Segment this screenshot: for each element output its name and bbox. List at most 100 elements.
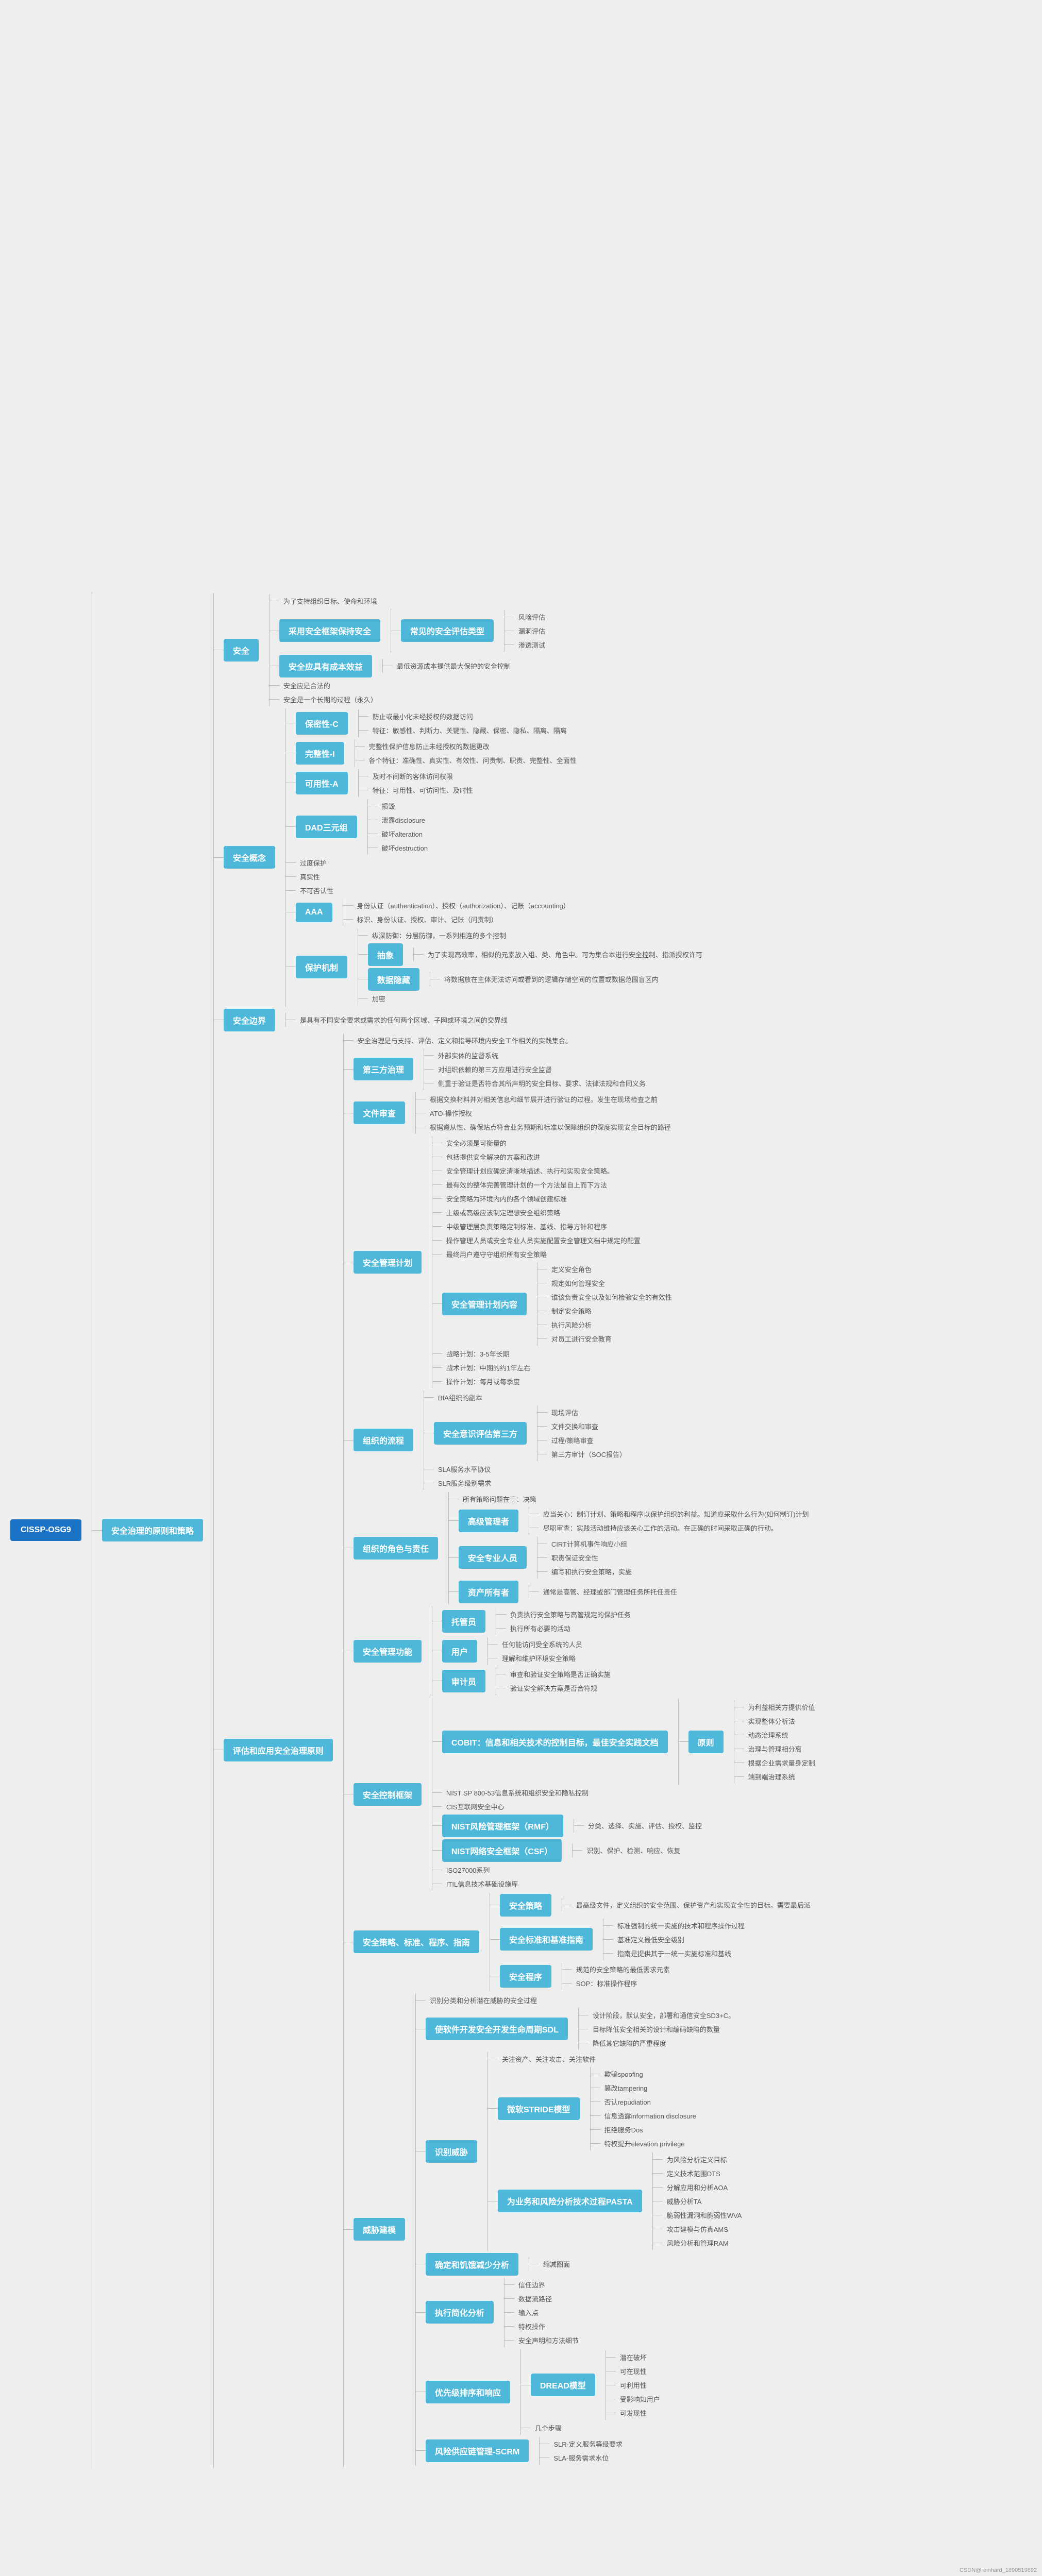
tree-node[interactable]: 安全管理功能托管员负责执行安全策略与高管规定的保护任务执行所有必要的活动用户任何… xyxy=(354,1606,819,1696)
tree-node[interactable]: 根据遵从性、确保站点符合业务预期和标准以保障组织的深度实现安全目标的路径 xyxy=(426,1121,675,1133)
tree-node[interactable]: 职责保证安全性 xyxy=(547,1552,636,1564)
tree-node[interactable]: 保护机制纵深防御：分层防御，一系列相连的多个控制抽象为了实现高效率，相似的元素放… xyxy=(296,928,707,1006)
tree-node[interactable]: 攻击建模与仿真AMS xyxy=(663,2223,746,2235)
tree-node[interactable]: 安全管理计划内容定义安全角色规定如何管理安全谁该负责安全以及如何检验安全的有效性… xyxy=(442,1262,676,1346)
tree-node[interactable]: NIST网络安全框架（CSF）识别、保护、检测、响应、恢复 xyxy=(442,1839,819,1862)
tree-node[interactable]: 标识、身份认证、授权、审计、记账（问责制） xyxy=(353,913,574,925)
tree-node[interactable]: 安全策略、标准、程序、指南安全策略最高级文件，定义组织的安全范围、保护资产和实现… xyxy=(354,1893,819,1991)
tree-node[interactable]: 威胁分析TA xyxy=(663,2195,746,2207)
tree-node[interactable]: 评估和应用安全治理原则安全治理是与支持、评估、定义和指导环境内安全工作相关的实践… xyxy=(224,1033,819,2467)
tree-node[interactable]: 纵深防御：分层防御，一系列相连的多个控制 xyxy=(368,929,707,941)
tree-node[interactable]: 风险评估 xyxy=(514,611,549,623)
tree-node[interactable]: 尽职审查：实践活动维持应该关心工作的活动。在正确的时间采取正确的行动。 xyxy=(539,1522,813,1534)
tree-node[interactable]: 篡改tampering xyxy=(600,2082,700,2094)
tree-node[interactable]: 目标降低安全相关的设计和编码缺陷的数量 xyxy=(589,2023,739,2035)
tree-node[interactable]: 安全必须是可衡量的 xyxy=(442,1137,676,1149)
tree-node[interactable]: 谁该负责安全以及如何检验安全的有效性 xyxy=(547,1291,676,1303)
tree-node[interactable]: 对组织依赖的第三方应用进行安全监督 xyxy=(434,1063,650,1075)
tree-node[interactable]: 安全声明和方法细节 xyxy=(514,2334,583,2346)
tree-node[interactable]: 安全控制框架COBIT：信息和相关技术的控制目标，最佳安全实践文档原则为利益相关… xyxy=(354,1698,819,1891)
tree-node[interactable]: 对员工进行安全教育 xyxy=(547,1333,676,1345)
tree-node[interactable]: 脆弱性漏洞和脆弱性WVA xyxy=(663,2209,746,2221)
tree-node[interactable]: 端到端治理系统 xyxy=(744,1771,819,1783)
tree-node[interactable]: 安全管理计划安全必须是可衡量的包括提供安全解决的方案和改进安全管理计划应确定清晰… xyxy=(354,1136,819,1388)
tree-node[interactable]: 最低资源成本提供最大保护的安全控制 xyxy=(393,660,515,672)
tree-node[interactable]: 外部实体的监督系统 xyxy=(434,1049,650,1061)
tree-node[interactable]: 组织的流程BIA组织的副本安全意识评估第三方现场评估文件交换和审查过程/策略审查… xyxy=(354,1391,819,1490)
tree-node[interactable]: 定义安全角色 xyxy=(547,1263,676,1275)
root-node[interactable]: CISSP-OSG9 安全治理的原则和策略 安全为了支持组织目标、使命和环境采用… xyxy=(10,592,819,2469)
tree-node[interactable]: 设计阶段，默认安全，部署和通信安全SD3+C。 xyxy=(589,2009,739,2021)
tree-node[interactable]: 最有效的整体完善管理计划的一个方法是自上而下方法 xyxy=(442,1179,676,1191)
tree-node[interactable]: 安全是一个长期的过程（永久） xyxy=(279,693,549,705)
tree-node[interactable]: 威胁建模识别分类和分析潜在威胁的安全过程使软件开发安全开发生命周期SDL设计阶段… xyxy=(354,1993,819,2466)
tree-node[interactable]: 数据流路径 xyxy=(514,2293,583,2304)
tree-node[interactable]: 关注资产、关注攻击、关注软件 xyxy=(498,2053,746,2065)
tree-node[interactable]: 安全策略最高级文件，定义组织的安全范围、保护资产和实现安全性的目标。需要最后派 xyxy=(500,1894,815,1917)
tree-node[interactable]: 可发现性 xyxy=(616,2407,664,2419)
tree-node[interactable]: 为了支持组织目标、使命和环境 xyxy=(279,595,549,607)
tree-node[interactable]: 真实性 xyxy=(296,871,707,883)
tree-node[interactable]: 动态治理系统 xyxy=(744,1729,819,1741)
tree-node[interactable]: 漏洞评估 xyxy=(514,625,549,637)
tree-node[interactable]: 安全专业人员CIRT计算机事件响应小组职责保证安全性编写和执行安全策略，实施 xyxy=(459,1537,813,1579)
tree-node[interactable]: 破坏alteration xyxy=(378,828,432,840)
tree-node[interactable]: AAA身份认证（authentication）、授权（authorization… xyxy=(296,899,707,926)
tree-node[interactable]: 常见的安全评估类型风险评估漏洞评估渗透测试 xyxy=(401,610,549,652)
tree-node[interactable]: 战略计划：3-5年长期 xyxy=(442,1348,676,1360)
tree-node[interactable]: 安全为了支持组织目标、使命和环境采用安全框架保持安全常见的安全评估类型风险评估漏… xyxy=(224,594,819,706)
tree-node[interactable]: 理解和维护环境安全策略 xyxy=(498,1652,586,1664)
tree-node[interactable]: 过程/策略审查 xyxy=(547,1434,630,1446)
tree-node[interactable]: 验证安全解决方案是否合符规 xyxy=(506,1682,615,1694)
tree-node[interactable]: NIST SP 800-53信息系统和组织安全和隐私控制 xyxy=(442,1787,819,1799)
tree-node[interactable]: 特权提升elevation privilege xyxy=(600,2138,700,2149)
tree-node[interactable]: 信任边界 xyxy=(514,2279,583,2291)
tree-node[interactable]: 根据企业需求量身定制 xyxy=(744,1757,819,1769)
tree-node[interactable]: COBIT：信息和相关技术的控制目标，最佳安全实践文档原则为利益相关方提供价值实… xyxy=(442,1699,819,1785)
tree-node[interactable]: 安全策略为环境内内的各个领域创建标准 xyxy=(442,1193,676,1205)
tree-node[interactable]: 执行简化分析信任边界数据流路径输入点特权操作安全声明和方法细节 xyxy=(426,2278,746,2347)
tree-node[interactable]: DAD三元组损毁泄露disclosure破坏alteration破坏destru… xyxy=(296,799,707,855)
tree-node[interactable]: 将数据放在主体无法访问或看到的逻辑存储空间的位置或数据范围盲区内 xyxy=(440,973,663,985)
tree-node[interactable]: 最终用户遵守守组织所有安全策略 xyxy=(442,1248,676,1260)
tree-node[interactable]: 可用性-A及时不间断的客体访问权限特征：可用性、可访问性、及时性 xyxy=(296,769,707,797)
tree-node[interactable]: 输入点 xyxy=(514,2307,583,2318)
tree-node[interactable]: CIS互联网安全中心 xyxy=(442,1801,819,1812)
tree-node[interactable]: 安全概念保密性-C防止或最小化未经授权的数据访问特征：敏感性、判断力、关键性、隐… xyxy=(224,708,819,1007)
tree-node[interactable]: 中级管理层负责策略定制标准、基线、指导方针和程序 xyxy=(442,1221,676,1232)
tree-node[interactable]: 加密 xyxy=(368,993,707,1005)
tree-node[interactable]: 基准定义最低安全级别 xyxy=(613,1934,749,1945)
tree-node[interactable]: ITIL信息技术基础设施库 xyxy=(442,1878,819,1890)
tree-node[interactable]: 安全程序规范的安全策略的最低需求元素SOP：标准操作程序 xyxy=(500,1962,815,1990)
tree-node[interactable]: 原则为利益相关方提供价值实现整体分析法动态治理系统治理与管理相分离根据企业需求量… xyxy=(688,1700,819,1784)
tree-node[interactable]: 特权操作 xyxy=(514,2320,583,2332)
tree-node[interactable]: 指南是提供其于一统一实施标准和基线 xyxy=(613,1947,749,1959)
tree-node[interactable]: ISO27000系列 xyxy=(442,1864,819,1876)
tree-node[interactable]: 潜在破坏 xyxy=(616,2351,664,2363)
tree-node[interactable]: 安全应是合法的 xyxy=(279,680,549,691)
tree-node[interactable]: 抽象为了实现高效率，相似的元素放入组、类、角色中。可为集合本进行安全控制、指派授… xyxy=(368,943,707,966)
tree-node[interactable]: 执行所有必要的活动 xyxy=(506,1622,635,1634)
tree-node[interactable]: 为业务和风险分析技术过程PASTA为风险分析定义目标定义技术范围DTS分解应用和… xyxy=(498,2153,746,2250)
tree-node[interactable]: 使软件开发安全开发生命周期SDL设计阶段，默认安全，部署和通信安全SD3+C。目… xyxy=(426,2008,746,2050)
tree-node[interactable]: 组织的角色与责任所有策略问题在于：决策高级管理者应当关心：制订计划、策略和程序以… xyxy=(354,1492,819,1604)
tree-node[interactable]: 安全意识评估第三方现场评估文件交换和审查过程/策略审查第三方审计（SOC报告） xyxy=(434,1405,630,1461)
tree-node[interactable]: 泄露disclosure xyxy=(378,814,432,826)
tree-node[interactable]: 及时不间断的客体访问权限 xyxy=(368,770,477,782)
tree-node[interactable]: 识别威胁关注资产、关注攻击、关注软件微软STRIDE模型欺骗spoofing篡改… xyxy=(426,2052,746,2251)
tree-node[interactable]: 为了实现高效率，相似的元素放入组、类、角色中。可为集合本进行安全控制、指派授权许… xyxy=(424,948,707,960)
tree-node[interactable]: 损毁 xyxy=(378,800,432,812)
tree-node[interactable]: 防止或最小化未经授权的数据访问 xyxy=(368,710,571,722)
tree-node[interactable]: 第三方治理外部实体的监督系统对组织依赖的第三方应用进行安全监督侧重于验证是否符合… xyxy=(354,1048,819,1090)
tree-node[interactable]: 识别、保护、检测、响应、恢复 xyxy=(582,1844,684,1856)
tree-node[interactable]: 识别分类和分析潜在威胁的安全过程 xyxy=(426,1994,746,2006)
tree-node[interactable]: 上级或高级应该制定理想安全组织策略 xyxy=(442,1207,676,1218)
tree-node[interactable]: 安全管理计划应确定清晰地描述、执行和实现安全策略。 xyxy=(442,1165,676,1177)
tree-node[interactable]: 通常是高管、经理或部门管理任务所托任责任 xyxy=(539,1586,681,1598)
tree-node[interactable]: 破坏destruction xyxy=(378,842,432,854)
tree-node[interactable]: 特征：敏感性、判断力、关键性、隐藏、保密、隐私、隔离、隔离 xyxy=(368,724,571,736)
tree-node[interactable]: 包括提供安全解决的方案和改进 xyxy=(442,1151,676,1163)
tree-node[interactable]: 定义技术范围DTS xyxy=(663,2167,746,2179)
tree-node[interactable]: 可在现性 xyxy=(616,2365,664,2377)
tree-node[interactable]: 用户任何能访问受全系统的人员理解和维护环境安全策略 xyxy=(442,1637,635,1665)
